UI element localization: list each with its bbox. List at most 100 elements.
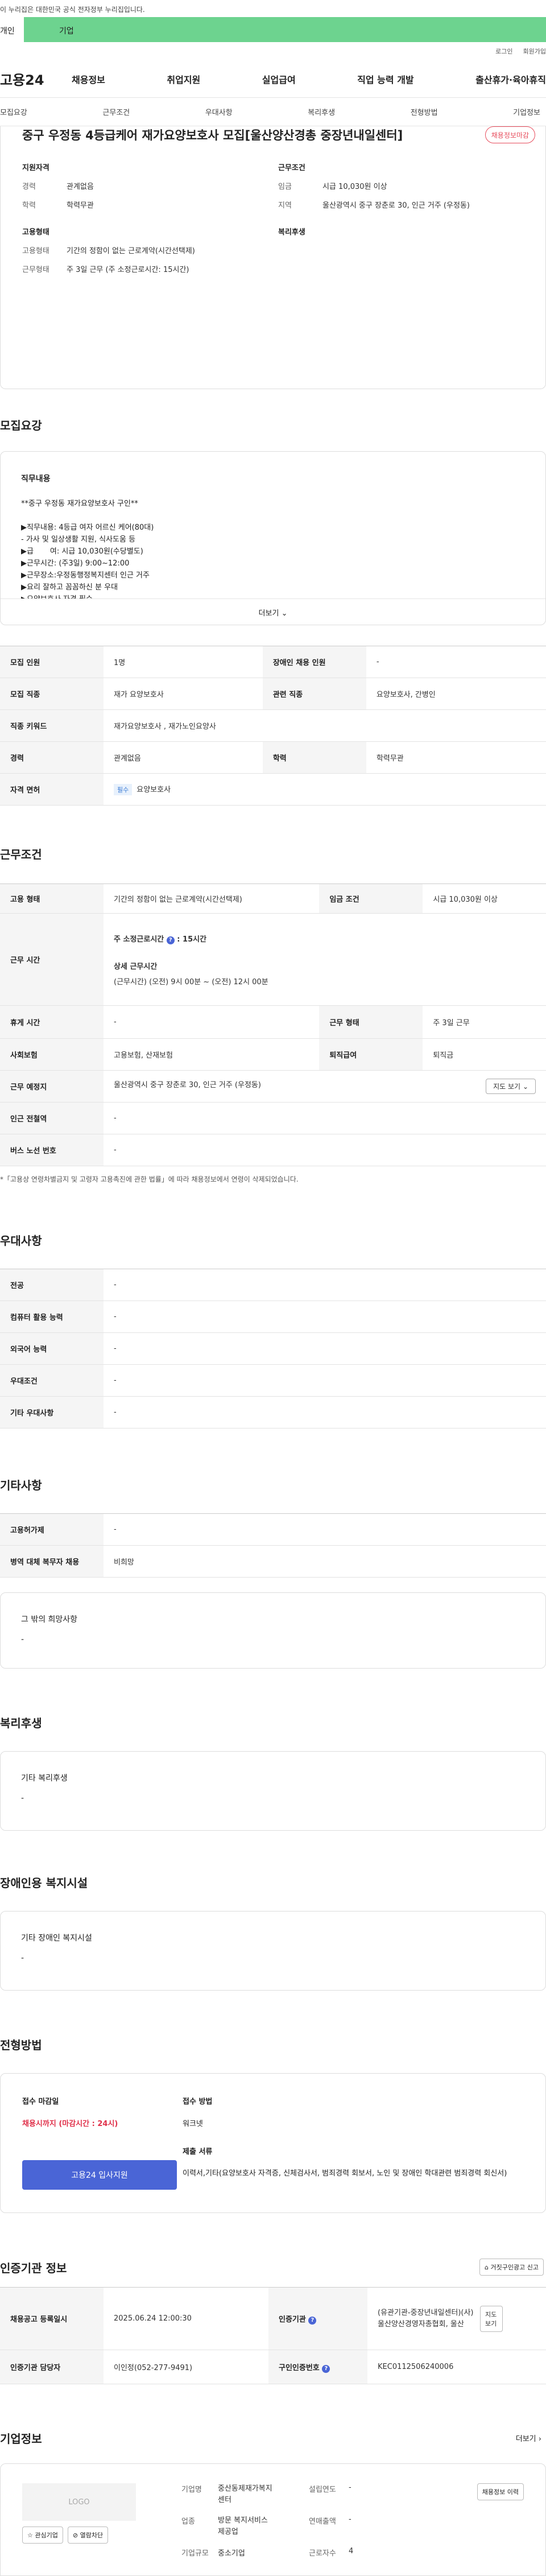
welfare-box-value: -	[21, 1794, 24, 1803]
deadline-value: 채용시까지 (마감시간 : 24시)	[22, 2120, 118, 2128]
emp-type-title: 고용형태	[22, 228, 49, 237]
table-row: 근무 예정지 울산광역시 중구 장춘로 30, 인근 거주 (우정동) 지도 보기 …	[0, 1070, 546, 1103]
disabled-box-title: 기타 장애인 복지시설	[21, 1934, 92, 1943]
ret-value: 퇴직금	[423, 1038, 546, 1071]
welfare-title: 복리후생	[278, 228, 305, 237]
table-row: 휴게 시간 - 근무 형태 주 3일 근무	[0, 1005, 546, 1039]
no-value: KEC0112506240006	[367, 2350, 546, 2384]
fav-label: 관심기업	[35, 2532, 58, 2539]
report-button[interactable]: ⌂ 거짓구인광고 신고	[479, 2259, 544, 2276]
gnb-item-leave[interactable]: 출산휴가·육아휴직	[475, 72, 546, 86]
region-label: 지역	[278, 201, 292, 210]
company-more-label: 더보기	[515, 2435, 536, 2443]
gnb-item-benefit[interactable]: 실업급여	[262, 72, 296, 86]
ins-value: 고용보험, 산재보험	[104, 1038, 320, 1071]
career-label: 경력	[22, 183, 36, 191]
table-row: 병역 대체 복무자 채용 비희망	[0, 1545, 546, 1578]
subnav-work[interactable]: 근무조건	[102, 106, 130, 117]
career-label: 경력	[0, 741, 104, 774]
job-desc-card: 직무내용 **중구 우정동 재가요양보호사 구인** ▶직무내용: 4등급 여자…	[0, 451, 546, 625]
mgr-label: 인증기관 담당자	[0, 2350, 104, 2384]
desc-more-button[interactable]: 더보기 ⌄	[1, 598, 545, 625]
info-icon[interactable]: ?	[166, 936, 175, 944]
detail-label: 상세 근무시간	[114, 962, 158, 971]
docs-value: 이력서,기타(요양보호사 자격증, 신체검사서, 범죄경력 회보서, 노인 및 …	[183, 2169, 507, 2178]
home-icon: ⌂	[485, 2264, 489, 2271]
table-row: 채용공고 등록일시 2025.06.24 12:00:30 인증기관 ? (유관기관-…	[0, 2287, 546, 2350]
lang-label: 외국어 능력	[0, 1332, 104, 1365]
time-cell: 주 소정근로시간 ? : 15시간 상세 근무시간 (근무시간) (오전) 9시…	[104, 913, 546, 1006]
license-value: 요양보호사	[136, 786, 171, 794]
subnav-process[interactable]: 전형방법	[411, 106, 438, 117]
rel-label: 관련 직종	[262, 678, 366, 710]
desc-line: ▶요양보호사 자격 필수	[21, 593, 525, 598]
gnb-item-jobs[interactable]: 채용정보	[72, 72, 105, 86]
subnav-company[interactable]: 기업정보	[513, 106, 540, 117]
table-row: 인증기관 담당자 이인정(052-277-9491) 구인인증번호 ? KEC0112…	[0, 2350, 546, 2384]
table-row: 외국어 능력 -	[0, 1332, 546, 1365]
section-disabled-title: 장애인용 복지시설	[0, 1876, 88, 1890]
license-label: 자격 면허	[0, 773, 104, 806]
ins-label: 사회보험	[0, 1038, 104, 1071]
block-view-button[interactable]: ⊘ 열람차단	[67, 2527, 109, 2544]
subnav-welfare[interactable]: 복리후생	[308, 106, 335, 117]
detail-value: (근무시간) (오전) 9시 00분 ~ (오전) 12시 00분	[114, 977, 268, 986]
chevron-down-icon: ⌄	[281, 609, 288, 618]
welfare-box-title: 기타 복리후생	[21, 1774, 68, 1783]
gnb-item-support[interactable]: 취업지원	[167, 72, 200, 86]
map-button[interactable]: 지도 보기 ⌄	[486, 1079, 536, 1094]
time-label: 근무 시간	[0, 913, 104, 1006]
form-label: 근무 형태	[319, 1005, 423, 1039]
info-icon[interactable]: ?	[308, 2316, 317, 2325]
pref-table: 전공 - 컴퓨터 활용 능력 - 외국어 능력 - 우대조건 - 기타 우대사항 -	[0, 1269, 546, 1429]
emptype-value: 기간의 정함이 없는 근로계약(시간선택제)	[67, 247, 195, 255]
star-icon: ☆	[27, 2532, 33, 2539]
util-links: 로그인 회원가입	[0, 42, 546, 60]
apply-button[interactable]: 고용24 입사지원	[22, 2160, 177, 2190]
kw-value: 재가요양보호사 , 재가노인요양사	[104, 709, 546, 742]
gnb-item-training[interactable]: 직업 능력 개발	[357, 72, 413, 86]
signup-link[interactable]: 회원가입	[523, 47, 546, 56]
company-more-link[interactable]: 더보기 ›	[516, 2433, 541, 2443]
sales-label: 연매출액	[309, 2517, 336, 2526]
table-row: 사회보험 고용보험, 산재보험 퇴직급여 퇴직금	[0, 1038, 546, 1071]
org-label: 인증기관	[279, 2315, 306, 2324]
est-label: 설립연도	[309, 2486, 336, 2494]
type-value: 기간의 정함이 없는 근로계약(시간선택제)	[104, 884, 320, 914]
job-history-button[interactable]: 채용정보 이력	[477, 2483, 524, 2500]
method-label: 접수 방법	[183, 2098, 213, 2106]
qual-title: 지원자격	[22, 164, 49, 172]
section-pref-title: 우대사항	[0, 1234, 42, 1248]
wish-value: -	[21, 1635, 24, 1644]
company-card: LOGO ☆ 관심기업 ⊘ 열람차단 기업명 중산동제재가복지센터 설립연도 - 업…	[0, 2463, 546, 2576]
block-icon: ⊘	[72, 2532, 78, 2539]
tab-company[interactable]: 기업	[24, 17, 546, 42]
org-value: (유관기관-중장년내일센터)(사)울산양산경영자총협회, 울산	[378, 2308, 474, 2329]
gov-notice: 이 누리집은 대한민국 공식 전자정부 누리집입니다.	[0, 6, 145, 14]
section-company-title: 기업정보	[0, 2432, 42, 2446]
deadline-label: 접수 마감일	[22, 2098, 59, 2106]
section-etc-title: 기타사항	[0, 1479, 42, 1492]
est-value: -	[349, 2483, 351, 2492]
site-logo[interactable]: 고용24	[0, 69, 72, 89]
desc-heading: 직무내용	[21, 474, 51, 484]
subnav-pref[interactable]: 우대사항	[205, 106, 233, 117]
section-process-title: 전형방법	[0, 2038, 42, 2052]
wage-cond-label: 임금 조건	[319, 884, 423, 914]
info-icon[interactable]: ?	[322, 2364, 330, 2373]
break-value: -	[104, 1005, 320, 1039]
fav-company-button[interactable]: ☆ 관심기업	[22, 2527, 63, 2544]
desc-line: - 가사 및 일상생활 지원, 식사도움 등	[21, 535, 136, 544]
wage-label: 임금	[278, 183, 292, 191]
status-badge: 채용정보마감	[485, 126, 535, 143]
agency-map-button[interactable]: 지도 보기	[480, 2305, 503, 2332]
place-value: 울산광역시 중구 장춘로 30, 인근 거주 (우정동)	[114, 1081, 261, 1089]
tab-personal[interactable]: 개인	[0, 17, 24, 42]
subnav-recruit[interactable]: 모집요강	[0, 106, 27, 117]
cname-value: 중산동제재가복지센터	[218, 2484, 272, 2504]
kw-label: 직종 키워드	[0, 709, 104, 742]
table-row: 경력 관계없음 학력 학력무관	[0, 741, 546, 774]
ind-label: 업종	[181, 2517, 195, 2526]
edu-value: 학력무관	[67, 201, 94, 210]
login-link[interactable]: 로그인	[495, 47, 512, 56]
